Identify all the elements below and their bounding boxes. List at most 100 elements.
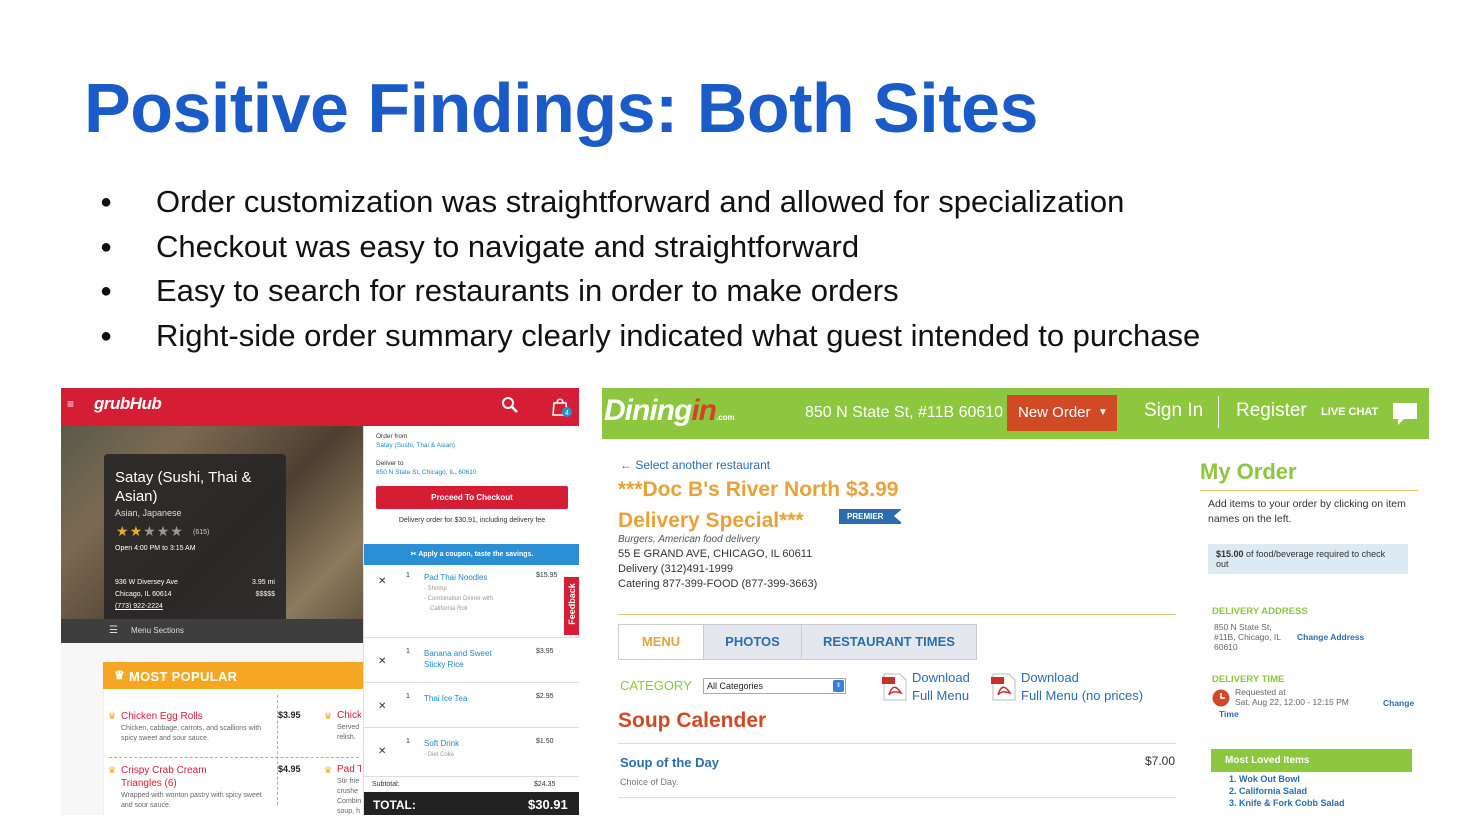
premier-badge: PREMIER: [839, 509, 902, 524]
logo-domain: .com: [715, 413, 735, 422]
total-value: $30.91: [528, 797, 568, 812]
arrow-left-icon: ←: [620, 458, 636, 472]
cart-item-name[interactable]: Thai Ice Tea: [424, 693, 524, 704]
menu-item-desc: Choice of Day.: [620, 777, 679, 787]
cart-item-option: - Combination Dinner with: [424, 596, 494, 602]
deliver-to-link[interactable]: 850 N State St, Chicago, IL, 60610: [376, 469, 476, 476]
remove-item-icon[interactable]: ✕: [378, 576, 386, 587]
change-time-label: Change: [1383, 698, 1415, 708]
sign-in-link[interactable]: Sign In: [1144, 400, 1203, 422]
subtotal-label: Subtotal:: [372, 781, 400, 788]
most-popular-label: MOST POPULAR: [129, 669, 238, 684]
cart-item-qty: 1: [406, 572, 410, 579]
minimum-amount: $15.00: [1216, 549, 1244, 559]
menu-item-price: $4.95: [278, 764, 301, 774]
register-link[interactable]: Register: [1236, 400, 1307, 422]
cart-item-price: $2.95: [536, 693, 554, 700]
menu-item-name[interactable]: Crispy Crab Cream Triangles (6): [121, 764, 221, 790]
delivery-phone: Delivery (312)491-1999: [618, 563, 733, 575]
feedback-label: Feedback: [567, 583, 577, 625]
menu-sections-button[interactable]: ☰ Menu Sections: [61, 619, 363, 643]
cart-item-option: California Roll: [430, 606, 468, 612]
proceed-to-checkout-button[interactable]: Proceed To Checkout: [376, 486, 568, 509]
diningin-logo[interactable]: Diningin.com: [604, 394, 735, 428]
cart-item-name[interactable]: Soft Drink: [424, 738, 524, 749]
menu-sections-label: Menu Sections: [131, 626, 184, 635]
tab-photos[interactable]: PHOTOS: [703, 625, 801, 659]
menu-item-name[interactable]: Soup of the Day: [620, 755, 719, 770]
order-cart-panel: Order from Satay (Sushi, Thai & Asian) D…: [363, 426, 579, 815]
remove-item-icon[interactable]: ✕: [378, 746, 386, 757]
pdf-icon[interactable]: [882, 673, 908, 701]
star-icon: ★: [170, 523, 184, 539]
shopping-bag-icon[interactable]: 4: [550, 395, 574, 419]
address-line: 850 N State St,: [1214, 622, 1272, 632]
finding-item: Right-side order summary clearly indicat…: [100, 316, 1200, 361]
chevron-down-icon: ▼: [1098, 407, 1108, 418]
cart-item-name[interactable]: Banana and Sweet Sticky Rice: [424, 648, 514, 670]
divider: [618, 797, 1176, 798]
feedback-tab[interactable]: Feedback: [564, 577, 579, 635]
restaurant-address: 936 W Diversey Ave Chicago, IL 60614 (77…: [115, 577, 178, 613]
clock-icon: [1212, 689, 1230, 707]
most-loved-item[interactable]: 3. Knife & Fork Cobb Salad: [1229, 797, 1345, 809]
change-address-link[interactable]: Change Address: [1297, 632, 1364, 642]
star-rating: ★★★★★: [116, 523, 184, 540]
subtotal-row: Subtotal: $24.35: [364, 776, 579, 790]
restaurant-info-card: Satay (Sushi, Thai & Asian) Asian, Japan…: [104, 454, 286, 643]
menu-item-name[interactable]: Pad T: [337, 764, 361, 775]
address-line: 936 W Diversey Ave: [115, 579, 178, 586]
divider: [618, 614, 1176, 615]
cart-item-qty: 1: [406, 738, 410, 745]
chat-bubble-icon[interactable]: [1390, 400, 1420, 428]
order-from-link[interactable]: Satay (Sushi, Thai & Asian): [376, 442, 455, 449]
remove-item-icon[interactable]: ✕: [378, 701, 386, 712]
hamburger-menu-icon[interactable]: ≡: [67, 398, 77, 410]
grubhub-logo[interactable]: grubHub: [94, 394, 162, 414]
my-order-title: My Order: [1200, 459, 1297, 484]
minimum-order-notice: $15.00 of food/beverage required to chec…: [1208, 544, 1408, 574]
divider: [1200, 490, 1418, 491]
pdf-icon[interactable]: [991, 673, 1017, 701]
tab-restaurant-times[interactable]: RESTAURANT TIMES: [801, 625, 976, 659]
cart-item-price: $15.95: [536, 572, 558, 579]
divider: [1218, 396, 1219, 428]
restaurant-phone-link[interactable]: (773) 922-2224: [115, 601, 178, 613]
divider: [618, 743, 1176, 744]
download-full-menu-link[interactable]: Download Full Menu: [912, 669, 970, 705]
catering-phone: Catering 877-399-FOOD (877-399-3663): [618, 578, 818, 590]
logo-text-accent: in: [691, 394, 717, 427]
delivery-address-heading: DELIVERY ADDRESS: [1212, 606, 1308, 617]
tab-menu[interactable]: MENU: [619, 625, 703, 659]
change-time-link[interactable]: Time: [1219, 709, 1239, 719]
live-chat-label[interactable]: LIVE CHAT: [1321, 406, 1378, 418]
select-arrows-icon: ⇕: [833, 680, 844, 692]
search-icon[interactable]: [501, 396, 519, 414]
most-loved-header: Most Loved Items: [1211, 749, 1412, 772]
download-menu-no-prices-link[interactable]: Download Full Menu (no prices): [1021, 669, 1143, 705]
cart-item-name[interactable]: Pad Thai Noodles: [424, 572, 524, 583]
category-value: All Categories: [707, 681, 764, 691]
star-icon: ★: [129, 523, 144, 539]
requested-value: Sat, Aug 22, 12:00 - 12:15 PM: [1235, 697, 1349, 707]
header-address[interactable]: 850 N State St, #11B 60610: [805, 404, 1003, 422]
category-select[interactable]: All Categories ⇕: [703, 678, 846, 694]
menu-item-desc: Served relish.: [337, 724, 360, 741]
subtotal-value: $24.35: [534, 781, 556, 788]
restaurant-tabs: MENU PHOTOS RESTAURANT TIMES: [618, 624, 977, 660]
findings-list: Order customization was straightforward …: [100, 182, 1200, 360]
select-another-restaurant-link[interactable]: ← Select another restaurant: [620, 458, 770, 472]
most-loved-item[interactable]: 2. California Salad: [1229, 785, 1345, 797]
new-order-dropdown[interactable]: New Order ▼: [1007, 395, 1117, 431]
change-time-link[interactable]: Change: [1383, 698, 1414, 709]
grubhub-header: ≡ grubHub 4: [61, 388, 579, 426]
download-label: Full Menu: [912, 688, 970, 703]
menu-item-name[interactable]: Chicken Egg Rolls: [121, 710, 271, 723]
most-loved-item[interactable]: 1. Wok Out Bowl: [1229, 773, 1345, 785]
cart-item-option: - Shrimp: [424, 586, 447, 592]
remove-item-icon[interactable]: ✕: [378, 656, 386, 667]
menu-item-name[interactable]: Chick: [337, 710, 361, 721]
coupon-banner[interactable]: ✂ Apply a coupon, taste the savings.: [364, 544, 579, 565]
category-label: CATEGORY: [620, 678, 692, 693]
divider: [364, 682, 579, 683]
